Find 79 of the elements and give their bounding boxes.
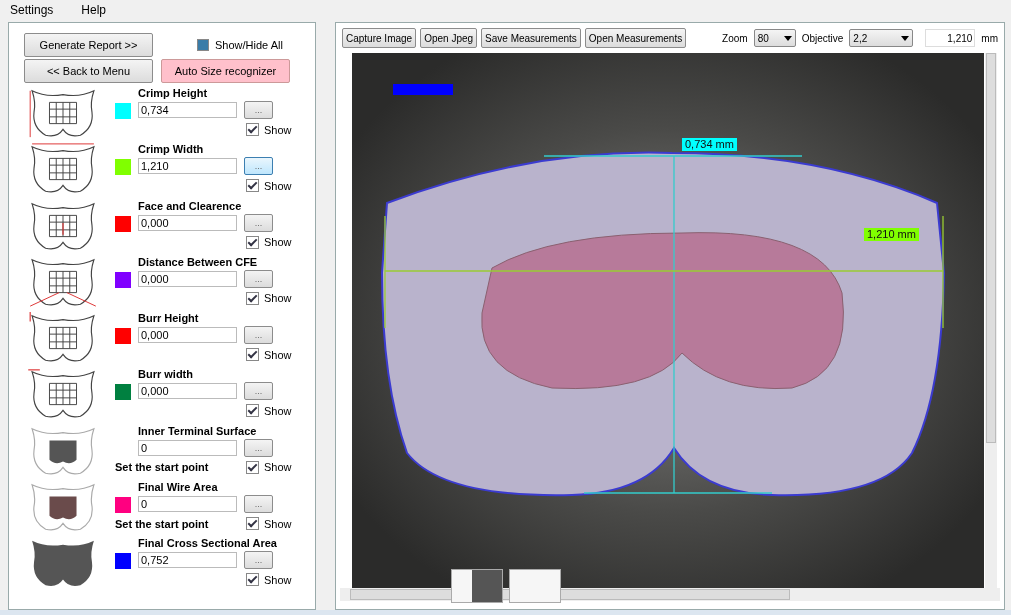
hint-text: Set the start point xyxy=(115,517,210,530)
color-swatch[interactable] xyxy=(115,271,131,288)
window-thumbnail[interactable] xyxy=(509,569,561,603)
back-to-menu-button[interactable]: << Back to Menu xyxy=(24,59,153,83)
zoom-dropdown[interactable]: 80 xyxy=(753,29,796,47)
value-field[interactable]: 0 xyxy=(138,439,237,456)
value-field[interactable]: 0,000 xyxy=(138,383,237,400)
color-swatch[interactable] xyxy=(115,328,131,345)
show-checkbox[interactable] xyxy=(246,573,259,587)
color-swatch[interactable] xyxy=(115,497,131,514)
show-all-checkbox[interactable] xyxy=(197,39,209,51)
caret-icon xyxy=(901,35,910,41)
measurement-label: Distance Between CFE xyxy=(138,255,259,270)
show-checkbox[interactable] xyxy=(246,404,259,418)
measurement-label: 0,734 mm xyxy=(682,138,737,151)
browse-button[interactable]: ... xyxy=(244,438,273,457)
measurement-label: 1,210 mm xyxy=(864,228,919,241)
color-swatch[interactable] xyxy=(115,159,131,176)
measurement-label: Face and Clearence xyxy=(138,199,243,214)
toolbar-button[interactable]: Open Measurements xyxy=(584,28,687,48)
measurement-label: Final Cross Sectional Area xyxy=(138,537,277,552)
browse-button[interactable]: ... xyxy=(244,382,273,401)
measurement-label: Inner Terminal Surface xyxy=(138,424,258,439)
show-checkbox[interactable] xyxy=(246,291,259,305)
window-thumbnail[interactable] xyxy=(451,569,503,603)
toolbar-button[interactable]: Save Measurements xyxy=(481,28,581,48)
unit-label: mm xyxy=(981,32,998,44)
value-field[interactable]: 0,752 xyxy=(138,552,237,569)
checkbox-label: Show xyxy=(264,517,292,530)
show-checkbox[interactable] xyxy=(246,460,259,474)
show-checkbox[interactable] xyxy=(246,348,259,362)
color-swatch[interactable] xyxy=(115,215,131,232)
color-swatch[interactable] xyxy=(115,384,131,401)
caret-icon xyxy=(783,35,792,41)
checkbox-label: Show xyxy=(264,179,292,192)
checkbox-label: Show xyxy=(264,236,292,249)
browse-button[interactable]: ... xyxy=(244,495,273,514)
value-field[interactable]: 0 xyxy=(138,496,237,513)
browse-button[interactable]: ... xyxy=(244,213,273,232)
color-swatch[interactable] xyxy=(115,553,131,570)
generate-report-button[interactable]: Generate Report >> xyxy=(24,33,153,57)
checkbox-label: Show xyxy=(264,123,292,136)
browse-button[interactable]: ... xyxy=(244,101,273,119)
toolbar-button[interactable]: Capture Image xyxy=(342,28,417,48)
browse-button[interactable]: ... xyxy=(244,326,273,345)
checkbox-label: Show xyxy=(264,405,292,417)
checkbox-label: Show/Hide All xyxy=(215,39,283,51)
checkbox-label: Show xyxy=(264,573,292,586)
browse-button[interactable]: ... xyxy=(244,551,273,570)
toolbar-button[interactable]: Open Jpeg xyxy=(420,28,478,48)
field-label: Zoom xyxy=(722,32,748,44)
browse-button[interactable]: ... xyxy=(244,157,273,176)
measurement-label: Burr Height xyxy=(138,312,200,327)
measurement-label: Burr width xyxy=(138,368,194,383)
vertical-scrollbar[interactable] xyxy=(985,53,997,588)
field-label: Objective xyxy=(801,32,844,44)
objective-dropdown[interactable]: 2,2 xyxy=(849,29,914,47)
measurement-label: Crimp Height xyxy=(138,87,209,101)
value-field[interactable]: 0,734 xyxy=(138,102,237,118)
show-checkbox[interactable] xyxy=(246,235,259,249)
checkbox-label: Show xyxy=(264,461,292,474)
checkbox-label: Show xyxy=(264,348,292,361)
show-checkbox[interactable] xyxy=(246,123,259,136)
reading-field[interactable]: 1,210 xyxy=(925,29,976,47)
measurement-label: Final Wire Area xyxy=(138,481,219,496)
color-swatch[interactable] xyxy=(115,103,131,119)
browse-button[interactable]: ... xyxy=(244,269,273,288)
value-field[interactable]: 0,000 xyxy=(138,327,237,344)
menu-item[interactable]: Settings xyxy=(6,3,58,17)
hint-text: Set the start point xyxy=(115,461,210,474)
value-field[interactable]: 1,210 xyxy=(138,158,237,175)
show-checkbox[interactable] xyxy=(246,179,259,193)
value-field[interactable]: 0,000 xyxy=(138,270,237,287)
checkbox-label: Show xyxy=(264,292,292,305)
show-checkbox[interactable] xyxy=(246,517,259,531)
value-field[interactable]: 0,000 xyxy=(138,214,237,231)
measurement-label: Crimp Width xyxy=(138,143,205,158)
menu-item[interactable]: Help xyxy=(77,3,111,17)
auto-size-button[interactable]: Auto Size recognizer xyxy=(161,59,290,83)
